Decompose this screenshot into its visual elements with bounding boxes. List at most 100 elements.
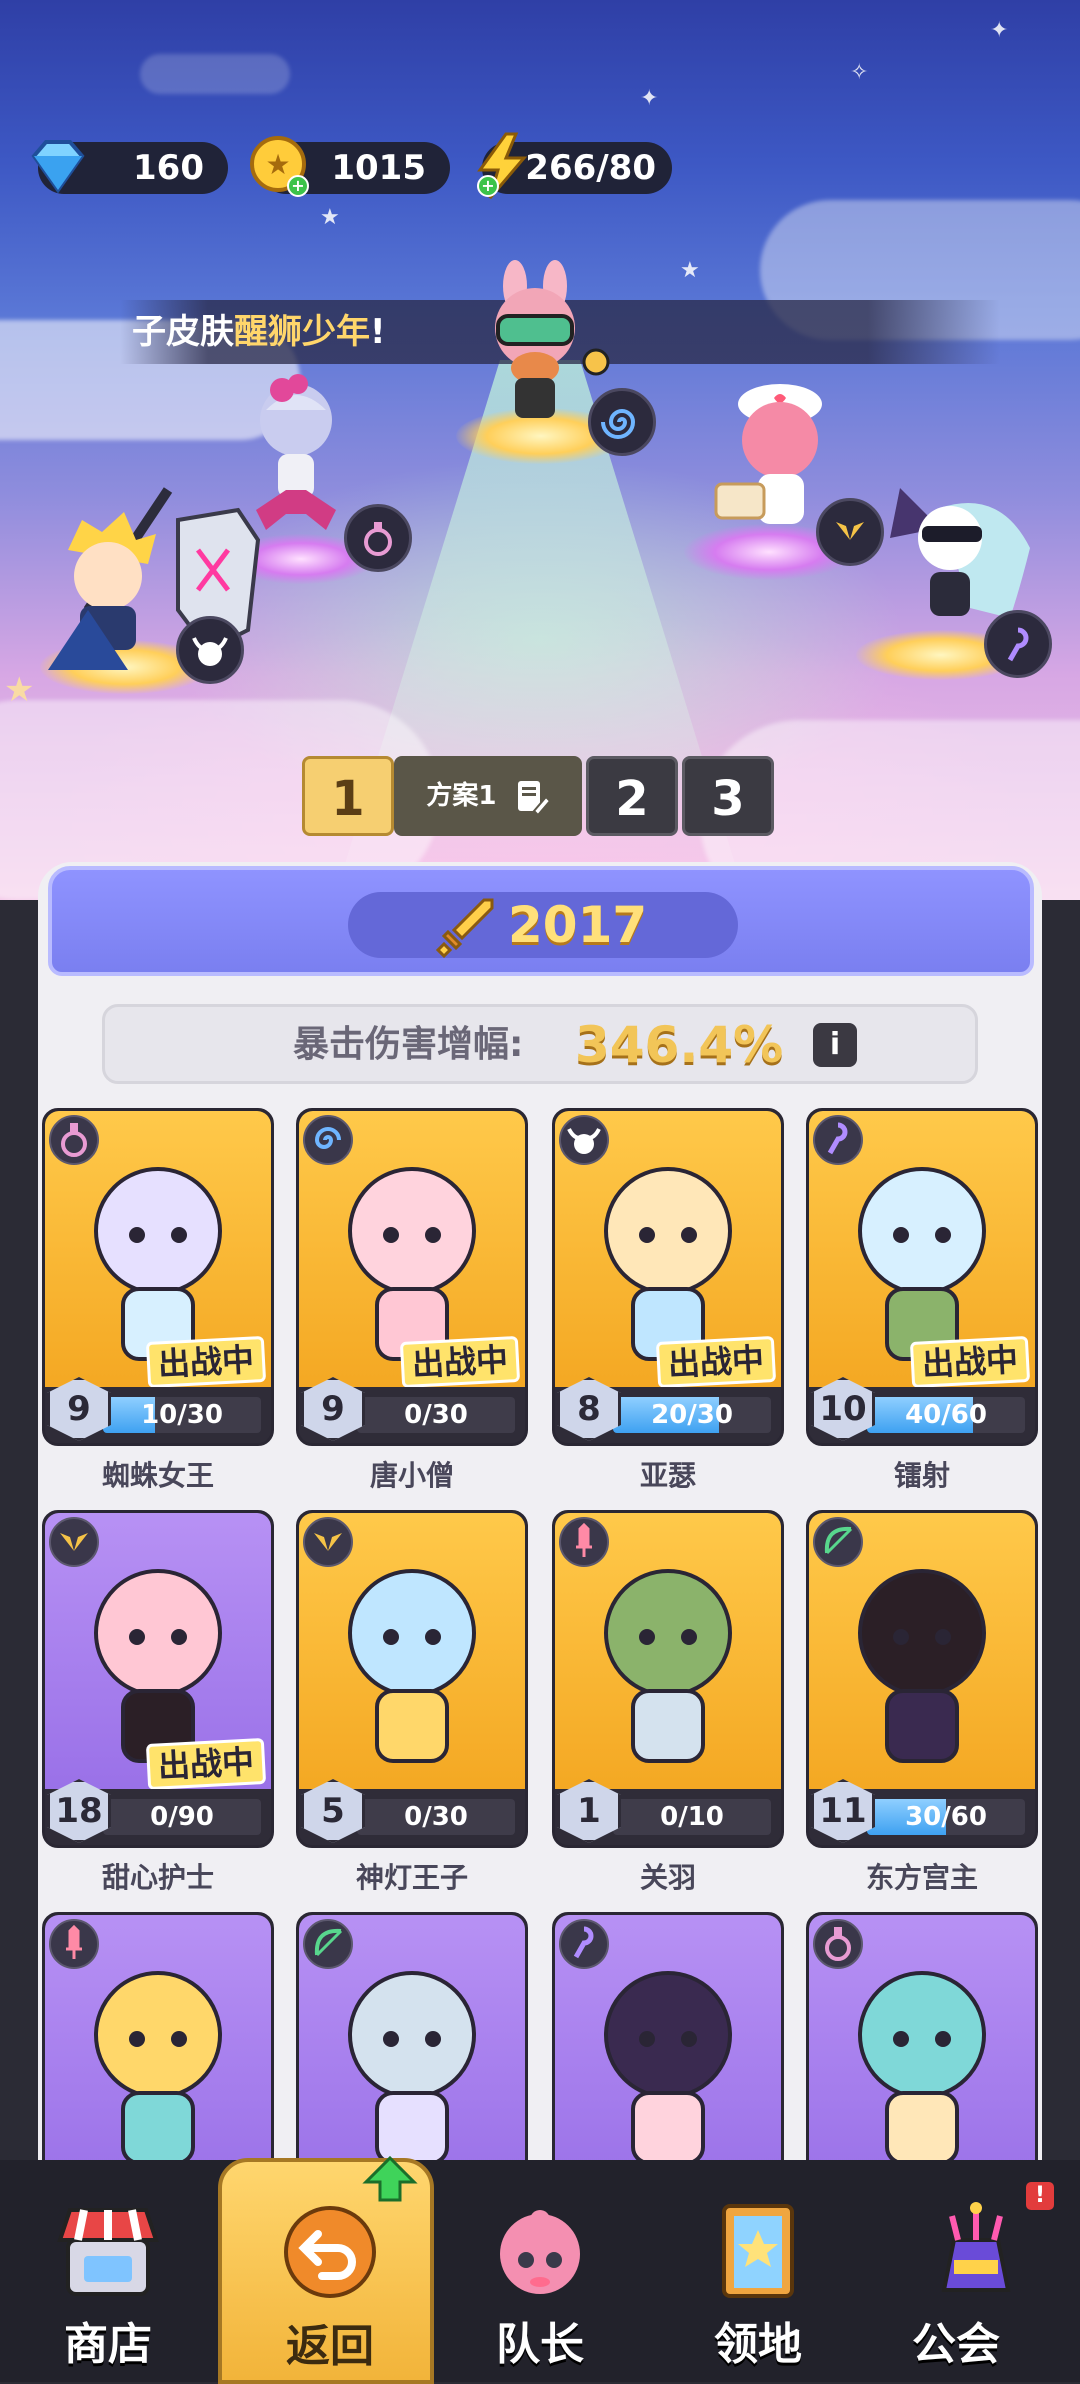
deployed-badge: 出战中 (909, 1335, 1031, 1389)
hero-name: 甜心护士 (101, 1861, 214, 1894)
plan-name-edit[interactable]: 方案1 (394, 756, 582, 836)
star-decoration: ✦ (990, 18, 1009, 43)
progress-text: 0/30 (404, 1802, 468, 1832)
progress-text: 20/30 (651, 1400, 733, 1430)
nav-territory[interactable]: 领地 (658, 2160, 858, 2382)
hero-shard-progress: 0/10 (613, 1799, 771, 1835)
coin-plus-icon: ★ + (250, 136, 309, 197)
crit-damage-label: 暴击伤害增幅: (293, 1024, 524, 1065)
hero-shard-progress: 0/30 (357, 1799, 515, 1835)
upgrade-arrow-icon (362, 2156, 418, 2202)
hero-name: 关羽 (639, 1861, 696, 1894)
deployed-badge: 出战中 (655, 1335, 777, 1389)
hero-shard-progress: 40/60 (867, 1397, 1025, 1433)
sword-icon (49, 1919, 99, 1969)
energy-amount: 266/80 (525, 148, 656, 188)
potion-class-icon (344, 504, 412, 572)
star-decoration: ✦ (640, 86, 659, 111)
hero-name: 镭射 (893, 1459, 950, 1492)
announcement-text: 子皮肤醒狮少年! (132, 300, 386, 364)
hero-shard-progress: 0/90 (103, 1799, 261, 1835)
return-icon (284, 2206, 376, 2298)
plan-3-tab[interactable]: 3 (682, 756, 774, 836)
nav-captain-label: 队长 (496, 2319, 584, 2370)
hero-name: 蜘蛛女王 (101, 1459, 214, 1492)
hero-card[interactable]: 出战中 20/30 8 (552, 1108, 784, 1446)
hero-name: 神灯王子 (355, 1861, 468, 1894)
sword-icon (435, 898, 494, 958)
gem-counter[interactable]: 160 (31, 140, 228, 194)
hero-name: 唐小僧 (369, 1459, 454, 1492)
gem-icon (31, 140, 85, 194)
coin-counter[interactable]: ★ + 1015 (250, 136, 450, 197)
plan-1-tab[interactable]: 1 (302, 756, 394, 836)
progress-text: 30/60 (905, 1802, 987, 1832)
hero-shard-progress: 30/60 (867, 1799, 1025, 1835)
gem-amount: 160 (133, 148, 204, 188)
star-decoration: ✧ (850, 60, 869, 85)
nav-shop[interactable]: 商店 (8, 2160, 208, 2382)
potion-icon (813, 1919, 863, 1969)
info-icon[interactable]: i (813, 1023, 857, 1067)
staff-icon (813, 1115, 863, 1165)
star-decoration: ★ (4, 670, 35, 710)
hero-shard-progress: 20/30 (613, 1397, 771, 1433)
progress-text: 40/60 (905, 1400, 987, 1430)
nav-captain[interactable]: 队长 (440, 2160, 640, 2382)
plan-2-tab[interactable]: 2 (586, 756, 678, 836)
edit-icon (517, 780, 551, 816)
plan-name-label: 方案1 (426, 781, 497, 811)
announcement-highlight: 醒狮少年 (234, 312, 370, 352)
bottom-nav: 商店 返回 队长 领地 ! 公会 (0, 2156, 1080, 2384)
hero-shard-progress: 10/30 (103, 1397, 261, 1433)
territory-door-icon (722, 2204, 794, 2298)
bow-icon (813, 1517, 863, 1567)
guild-notification-badge: ! (1026, 2182, 1054, 2210)
team-power-pill: 2017 (348, 892, 738, 958)
hero-card[interactable]: 出战中 0/90 18 (42, 1510, 274, 1848)
deployed-badge: 出战中 (399, 1335, 521, 1389)
deployed-badge: 出战中 (145, 1335, 267, 1389)
bull-icon (559, 1115, 609, 1165)
staff-icon (559, 1919, 609, 1969)
team-power-value: 2017 (508, 896, 648, 954)
star-decoration: ★ (680, 258, 700, 283)
hero-card[interactable]: 出战中 0/30 9 (296, 1108, 528, 1446)
nav-guild-label: 公会 (912, 2319, 1000, 2370)
shop-icon (57, 2208, 159, 2296)
spiral-class-icon (588, 388, 656, 456)
crit-damage-row: 暴击伤害增幅: 346.4% i (102, 1004, 978, 1084)
hero-card[interactable]: 出战中 10/30 9 (42, 1108, 274, 1446)
staff-class-icon (984, 610, 1052, 678)
hero-name: 亚瑟 (639, 1459, 696, 1492)
hero-shard-progress: 0/30 (357, 1397, 515, 1433)
deployed-badge: 出战中 (145, 1737, 267, 1791)
hero-name: 东方宫主 (865, 1861, 978, 1894)
bull-class-icon (176, 616, 244, 684)
svg-text:★: ★ (265, 148, 290, 181)
hero-card[interactable]: 30/60 11 (806, 1510, 1038, 1848)
hero-card[interactable]: 0/30 5 (296, 1510, 528, 1848)
energy-counter[interactable]: + 266/80 (477, 132, 672, 199)
guild-hat-icon (941, 2202, 1011, 2292)
star-decoration: ★ (320, 205, 340, 230)
nav-territory-label: 领地 (714, 2319, 802, 2370)
hero-card[interactable]: 0/10 1 (552, 1510, 784, 1848)
progress-text: 10/30 (141, 1400, 223, 1430)
announcement-prefix: 子皮肤 (132, 312, 234, 352)
sword-icon (559, 1517, 609, 1567)
progress-text: 0/90 (150, 1802, 214, 1832)
announcement-suffix: ! (370, 312, 386, 352)
progress-text: 0/10 (660, 1802, 724, 1832)
nav-back-label: 返回 (286, 2321, 374, 2372)
coin-amount: 1015 (331, 148, 426, 188)
wings-icon (303, 1517, 353, 1567)
progress-text: 0/30 (404, 1400, 468, 1430)
nav-back[interactable]: 返回 (218, 2156, 434, 2384)
nav-guild[interactable]: ! 公会 (876, 2160, 1076, 2382)
team-power-bar: 2017 (48, 866, 1034, 976)
svg-text:+: + (481, 176, 494, 195)
hero-card[interactable]: 出战中 40/60 10 (806, 1108, 1038, 1446)
bow-icon (303, 1919, 353, 1969)
cloud (140, 54, 290, 94)
